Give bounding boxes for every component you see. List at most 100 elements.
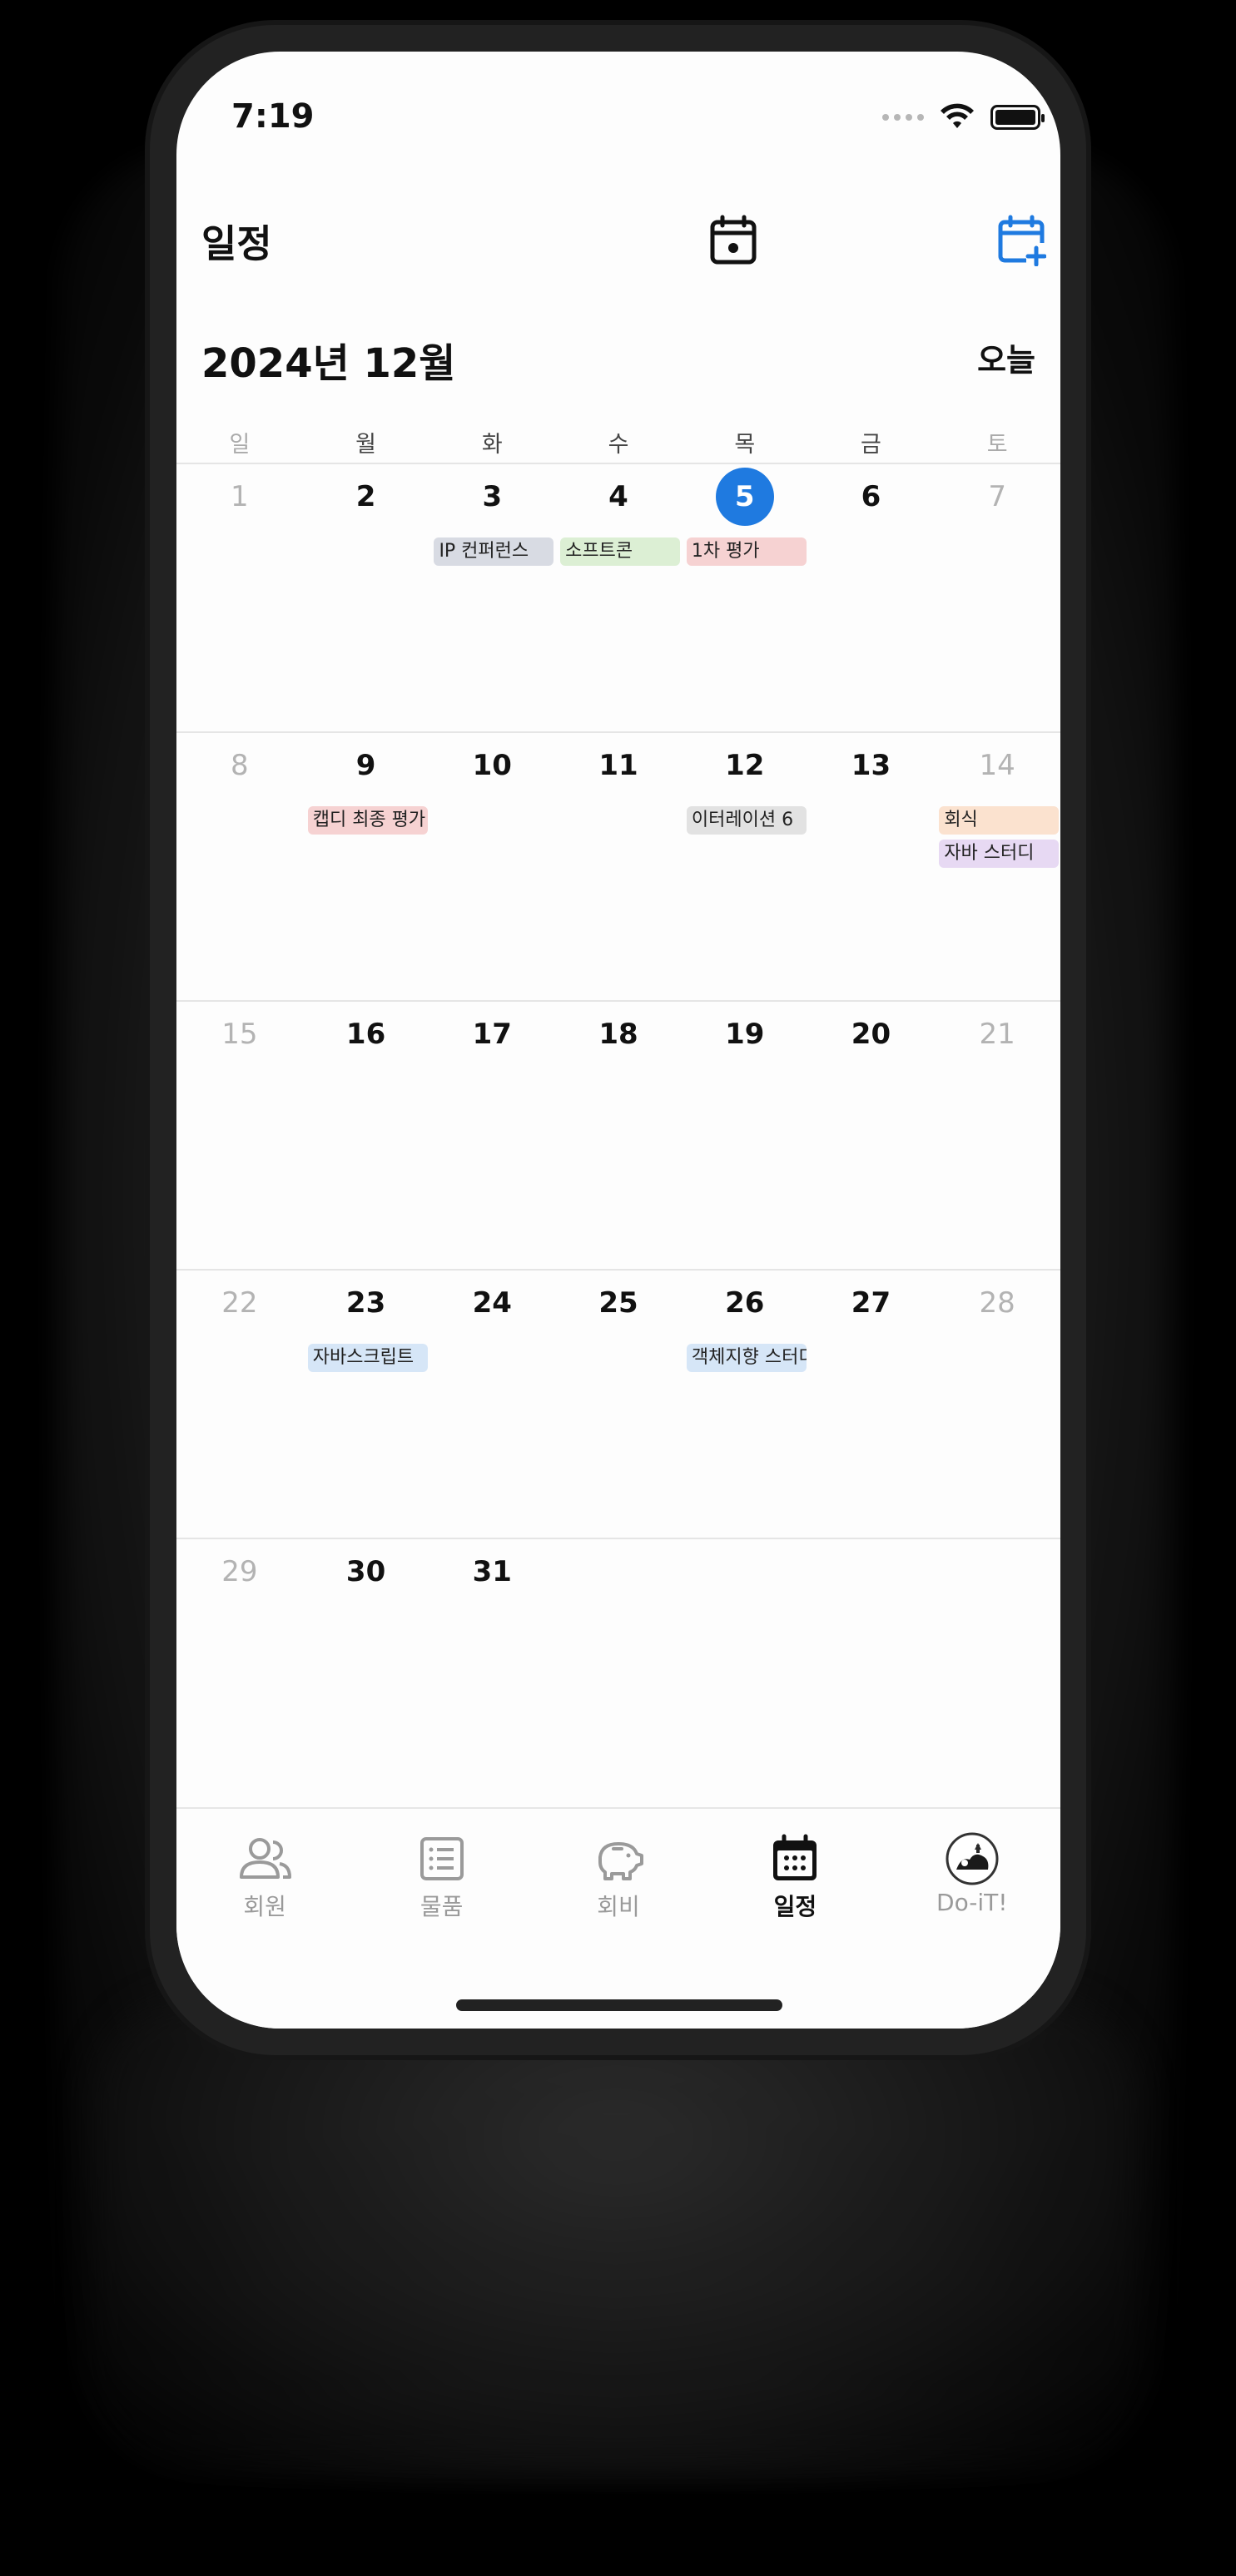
day-cell[interactable]: 15: [176, 1002, 303, 1269]
tab-items[interactable]: 물품: [353, 1809, 529, 2029]
wifi-icon: [941, 103, 974, 128]
day-cell[interactable]: 26 객체지향 스터디: [682, 1271, 808, 1538]
event-chip[interactable]: 소프트콘: [560, 537, 681, 566]
today-day-number: 5: [715, 468, 774, 526]
day-cell[interactable]: 12 이터레이션 6: [682, 733, 808, 1000]
calendar-day-icon: [710, 215, 757, 265]
members-icon: [240, 1838, 292, 1879]
day-cell[interactable]: 28: [934, 1271, 1060, 1538]
calendar-add-icon: [998, 215, 1046, 266]
day-number: 28: [979, 1286, 1015, 1320]
day-number: 14: [979, 749, 1015, 782]
tab-bar: 회원 물품 회비 일정 Do-iT!: [176, 1807, 1060, 2029]
tab-label: 일정: [773, 1893, 817, 1920]
tab-label: Do-iT!: [936, 1889, 1008, 1916]
day-number: 2: [355, 480, 376, 513]
day-cell[interactable]: 4 소프트콘: [555, 464, 682, 731]
day-cell[interactable]: 9 캡디 최종 평가: [303, 733, 429, 1000]
day-number: 12: [725, 749, 765, 782]
tab-members[interactable]: 회원: [176, 1809, 353, 2029]
day-number: 29: [221, 1555, 258, 1588]
calendar-week: 22 23 자바스크립트 24 25 26 객체지향 스터디 27 28: [176, 1271, 1060, 1539]
today-button[interactable]: 오늘: [977, 334, 1035, 380]
day-cell[interactable]: 24: [429, 1271, 555, 1538]
event-chip[interactable]: 캡디 최종 평가: [307, 806, 428, 835]
app-screen: 7:19 일정 2024년 12월 오늘 일 월 화 수 목 금 토 1 2 3…: [176, 52, 1060, 2029]
day-number: 19: [725, 1018, 765, 1051]
day-number: 17: [472, 1018, 512, 1051]
event-chip[interactable]: 자바스크립트: [307, 1344, 428, 1372]
piggy-bank-icon: [598, 1842, 643, 1880]
day-cell[interactable]: 29: [176, 1539, 303, 1808]
day-cell[interactable]: 31: [429, 1539, 555, 1808]
day-number: 26: [725, 1286, 765, 1320]
event-chip[interactable]: 1차 평가: [686, 537, 807, 566]
day-cell: [934, 1539, 1060, 1808]
page-title: 일정: [201, 221, 272, 266]
day-cell[interactable]: 10: [429, 733, 555, 1000]
tab-dues[interactable]: 회비: [530, 1809, 707, 2029]
weekday-tue: 화: [481, 432, 503, 458]
day-number: 6: [861, 480, 881, 513]
day-cell[interactable]: 17: [429, 1002, 555, 1269]
day-cell[interactable]: 1: [176, 464, 303, 731]
month-label: 2024년 12월: [201, 340, 456, 387]
day-cell[interactable]: 19: [682, 1002, 808, 1269]
day-number: 25: [598, 1286, 638, 1320]
day-cell[interactable]: 18: [555, 1002, 682, 1269]
day-cell[interactable]: 14 회식 자바 스터디: [934, 733, 1060, 1000]
event-chip[interactable]: 자바 스터디: [939, 840, 1060, 868]
day-number: 21: [979, 1018, 1015, 1051]
day-number: 23: [345, 1286, 386, 1320]
day-number: 31: [472, 1555, 512, 1588]
cellular-signal-icon: [882, 114, 924, 121]
day-number: 13: [851, 749, 891, 782]
event-chip[interactable]: 이터레이션 6: [686, 806, 807, 835]
tab-label: 회원: [243, 1893, 286, 1920]
day-cell[interactable]: 6: [808, 464, 935, 731]
stage: 7:19 일정 2024년 12월 오늘 일 월 화 수 목 금 토 1 2 3…: [0, 0, 1236, 2576]
doit-logo-icon: [946, 1832, 999, 1885]
day-cell[interactable]: 13: [808, 733, 935, 1000]
tab-label: 회비: [597, 1893, 640, 1920]
weekday-thu: 목: [734, 432, 756, 458]
weekday-sun: 일: [229, 432, 251, 458]
add-event-button[interactable]: [992, 211, 1050, 270]
day-number: 8: [231, 749, 249, 782]
day-cell[interactable]: 3 IP 컨퍼런스: [429, 464, 555, 731]
day-cell[interactable]: 11: [555, 733, 682, 1000]
day-number: 18: [598, 1018, 638, 1051]
event-chip[interactable]: 객체지향 스터디: [686, 1344, 807, 1372]
day-number: 10: [472, 749, 512, 782]
battery-icon: [990, 105, 1045, 130]
calendar-icon: [773, 1834, 817, 1880]
day-cell[interactable]: 23 자바스크립트: [303, 1271, 429, 1538]
day-cell[interactable]: 25: [555, 1271, 682, 1538]
day-cell[interactable]: 30: [303, 1539, 429, 1808]
day-cell[interactable]: 21: [934, 1002, 1060, 1269]
calendar-week: 1 2 3 IP 컨퍼런스 4 소프트콘 5 1차 평가 6 7: [176, 464, 1060, 733]
day-number: 4: [608, 480, 628, 513]
day-cell[interactable]: 2: [303, 464, 429, 731]
day-cell[interactable]: 20: [808, 1002, 935, 1269]
today-calendar-button[interactable]: [704, 211, 762, 270]
day-cell[interactable]: 16: [303, 1002, 429, 1269]
weekday-mon: 월: [355, 432, 376, 458]
day-cell[interactable]: 27: [808, 1271, 935, 1538]
tab-doit[interactable]: Do-iT!: [884, 1809, 1060, 2029]
status-icons: [882, 103, 1045, 131]
day-number: 1: [231, 480, 249, 513]
home-indicator[interactable]: [456, 1999, 782, 2011]
day-cell[interactable]: 22: [176, 1271, 303, 1538]
day-number: 30: [345, 1555, 386, 1588]
calendar-grid: 1 2 3 IP 컨퍼런스 4 소프트콘 5 1차 평가 6 7 8 9 캡디 …: [176, 464, 1060, 1808]
list-icon: [419, 1837, 464, 1880]
day-number: 27: [851, 1286, 891, 1320]
day-cell[interactable]: 5 1차 평가: [682, 464, 808, 731]
event-chip[interactable]: IP 컨퍼런스: [434, 537, 554, 566]
weekday-header: 일 월 화 수 목 금 토: [176, 426, 1060, 464]
day-cell[interactable]: 7: [934, 464, 1060, 731]
tab-schedule[interactable]: 일정: [707, 1809, 883, 2029]
event-chip[interactable]: 회식: [939, 806, 1060, 835]
day-cell[interactable]: 8: [176, 733, 303, 1000]
